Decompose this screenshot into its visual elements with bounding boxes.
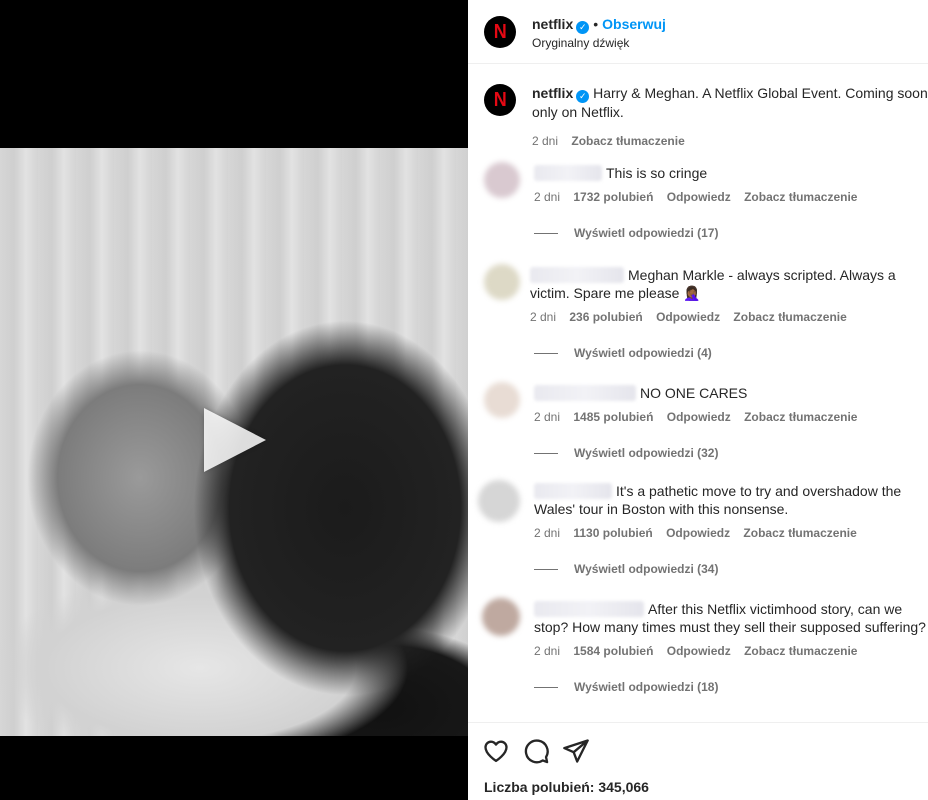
post-header: N netflix ✓ • Obserwuj Oryginalny dźwięk (468, 0, 928, 64)
post-actions: Liczba polubień: 345,066 (468, 722, 928, 800)
divider-line (534, 352, 558, 354)
heart-icon[interactable] (482, 737, 510, 765)
follow-button[interactable]: Obserwuj (602, 16, 666, 32)
caption-text: netflix ✓ Harry & Meghan. A Netflix Globa… (532, 84, 928, 121)
divider-line (534, 232, 558, 234)
comment-text-row: It's a pathetic move to try and overshad… (534, 482, 928, 518)
comment-meta: 2 dni 1485 polubień Odpowiedz Zobacz tłu… (534, 410, 928, 424)
netflix-logo-icon: N (493, 21, 507, 43)
comment-likes[interactable]: 1485 polubień (573, 410, 653, 424)
comment-likes[interactable]: 236 polubień (569, 310, 642, 324)
header-username[interactable]: netflix (532, 16, 573, 32)
view-replies-button[interactable]: Wyświetl odpowiedzi (32) (534, 446, 928, 460)
comment-meta: 2 dni 1130 polubień Odpowiedz Zobacz tłu… (534, 526, 928, 540)
view-replies-button[interactable]: Wyświetl odpowiedzi (34) (534, 562, 928, 576)
commenter-username-blurred[interactable] (534, 601, 644, 617)
comment-meta: 2 dni 1732 polubień Odpowiedz Zobacz tłu… (534, 190, 928, 204)
commenter-avatar[interactable] (484, 162, 520, 198)
comment-likes[interactable]: 1130 polubień (573, 526, 652, 540)
verified-badge-icon: ✓ (576, 90, 590, 103)
view-replies-label: Wyświetl odpowiedzi (34) (574, 562, 719, 576)
comment-text-row: This is so cringe (534, 164, 928, 182)
commenter-username-blurred[interactable] (530, 267, 624, 283)
likes-count[interactable]: Liczba polubień: 345,066 (484, 779, 649, 795)
reply-button[interactable]: Odpowiedz (667, 190, 731, 204)
comment-time[interactable]: 2 dni (534, 190, 560, 204)
comment-meta: 2 dni 1584 polubień Odpowiedz Zobacz tłu… (534, 644, 928, 658)
commenter-avatar[interactable] (482, 598, 520, 636)
comment-time[interactable]: 2 dni (534, 644, 560, 658)
comment-likes[interactable]: 1584 polubień (573, 644, 653, 658)
post-side-panel: N netflix ✓ • Obserwuj Oryginalny dźwięk N … (468, 0, 928, 800)
view-replies-label: Wyświetl odpowiedzi (32) (574, 446, 719, 460)
avatar[interactable]: N (484, 84, 516, 116)
comment-text: NO ONE CARES (640, 385, 748, 401)
caption-time[interactable]: 2 dni (532, 134, 558, 148)
comment-icon[interactable] (522, 737, 550, 765)
caption-meta: 2 dni Zobacz tłumaczenie (532, 132, 928, 150)
reply-button[interactable]: Odpowiedz (667, 644, 731, 658)
netflix-logo-icon: N (493, 89, 507, 111)
avatar[interactable]: N (484, 16, 516, 48)
commenter-username-blurred[interactable] (534, 165, 602, 181)
post-media[interactable] (0, 0, 468, 800)
view-replies-button[interactable]: Wyświetl odpowiedzi (18) (534, 680, 928, 694)
comments-list[interactable]: N netflix ✓ Harry & Meghan. A Netflix Glo… (468, 64, 928, 722)
view-replies-label: Wyświetl odpowiedzi (17) (574, 226, 719, 240)
commenter-avatar[interactable] (484, 264, 520, 300)
comment-time[interactable]: 2 dni (534, 410, 560, 424)
reply-button[interactable]: Odpowiedz (666, 526, 730, 540)
verified-badge-icon: ✓ (576, 21, 590, 34)
view-replies-button[interactable]: Wyświetl odpowiedzi (17) (534, 226, 928, 240)
comment-text-row: After this Netflix victimhood story, can… (534, 600, 928, 636)
audio-label[interactable]: Oryginalny dźwięk (532, 36, 629, 50)
see-translation-link[interactable]: Zobacz tłumaczenie (571, 134, 684, 148)
see-translation-link[interactable]: Zobacz tłumaczenie (744, 410, 857, 424)
comment-text: This is so cringe (606, 165, 708, 181)
divider-line (534, 686, 558, 688)
comment-time[interactable]: 2 dni (534, 526, 560, 540)
see-translation-link[interactable]: Zobacz tłumaczenie (744, 190, 857, 204)
header-title-row: netflix ✓ • Obserwuj (532, 16, 666, 34)
commenter-avatar[interactable] (478, 480, 520, 522)
comment-text-row: NO ONE CARES (534, 384, 928, 402)
comment-likes[interactable]: 1732 polubień (573, 190, 653, 204)
comment-meta: 2 dni 236 polubień Odpowiedz Zobacz tłum… (530, 310, 924, 324)
see-translation-link[interactable]: Zobacz tłumaczenie (744, 644, 857, 658)
commenter-username-blurred[interactable] (534, 483, 612, 499)
reply-button[interactable]: Odpowiedz (667, 410, 731, 424)
commenter-avatar[interactable] (484, 382, 520, 418)
view-replies-label: Wyświetl odpowiedzi (18) (574, 680, 719, 694)
play-icon[interactable] (204, 408, 266, 472)
view-replies-label: Wyświetl odpowiedzi (4) (574, 346, 712, 360)
commenter-username-blurred[interactable] (534, 385, 636, 401)
caption-body: Harry & Meghan. A Netflix Global Event. … (532, 85, 928, 120)
see-translation-link[interactable]: Zobacz tłumaczenie (743, 526, 856, 540)
see-translation-link[interactable]: Zobacz tłumaczenie (733, 310, 846, 324)
view-replies-button[interactable]: Wyświetl odpowiedzi (4) (530, 346, 924, 360)
divider-line (534, 568, 558, 570)
caption-username[interactable]: netflix (532, 85, 573, 101)
separator-dot: • (593, 16, 599, 32)
share-icon[interactable] (562, 737, 590, 765)
reply-button[interactable]: Odpowiedz (656, 310, 720, 324)
comment-text-row: Meghan Markle - always scripted. Always … (530, 266, 924, 302)
comment-time[interactable]: 2 dni (530, 310, 556, 324)
divider-line (534, 452, 558, 454)
